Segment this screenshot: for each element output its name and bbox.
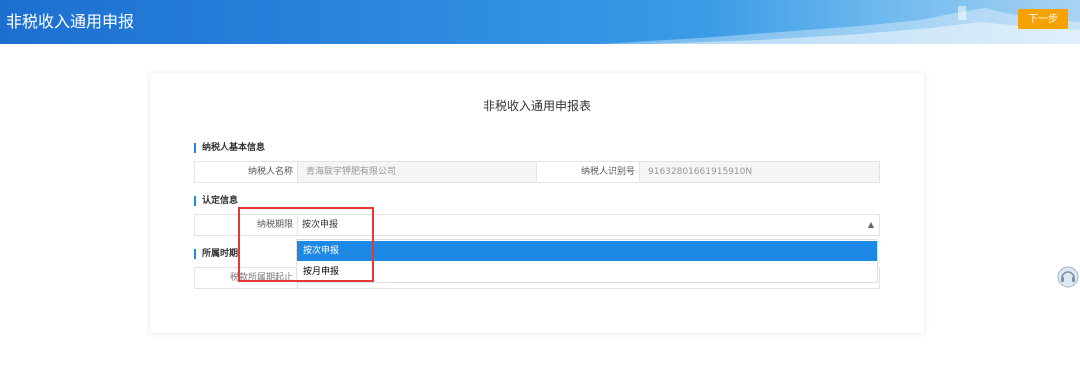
taxpayer-name-label: 纳税人名称 <box>247 167 293 177</box>
taxpayer-info-row: 纳税人名称 青海联宇钾肥有限公司 纳税人识别号 9163280166191591… <box>194 161 880 183</box>
period-dropdown: 按次申报 按月申报 <box>296 239 878 283</box>
taxpayer-id-value: 91632801661915910N <box>640 162 879 182</box>
option-per-time[interactable]: 按次申报 <box>297 241 877 261</box>
header-bar: 非税收入通用申报 下一步 <box>0 0 1080 44</box>
period-select-value: 按次申报 <box>302 220 339 230</box>
taxpayer-name-value: 青海联宇钾肥有限公司 <box>298 162 536 182</box>
period-select[interactable]: 按次申报 ▲ <box>298 215 880 235</box>
section-belong-period: 所属时期 <box>194 249 238 259</box>
form-card: 非税收入通用申报表 纳税人基本信息 纳税人名称 青海联宇钾肥有限公司 纳税人识别… <box>150 73 924 333</box>
belong-start-label: 税款所属期起止 <box>229 273 293 283</box>
app-title: 非税收入通用申报 <box>6 12 135 31</box>
customer-service-icon[interactable] <box>1057 266 1079 288</box>
next-step-button[interactable]: 下一步 <box>1018 9 1068 29</box>
period-row: 纳税期限 按次申报 ▲ <box>194 214 880 236</box>
period-label: 纳税期限 <box>256 220 293 230</box>
section-basic-info: 纳税人基本信息 <box>194 143 265 153</box>
chevron-up-icon: ▲ <box>867 220 874 229</box>
option-monthly[interactable]: 按月申报 <box>297 262 877 282</box>
form-title: 非税收入通用申报表 <box>482 99 591 113</box>
taxpayer-id-label: 纳税人识别号 <box>580 167 635 177</box>
mountain-wall-banner <box>600 6 1080 44</box>
section-auth-info: 认定信息 <box>194 196 238 206</box>
